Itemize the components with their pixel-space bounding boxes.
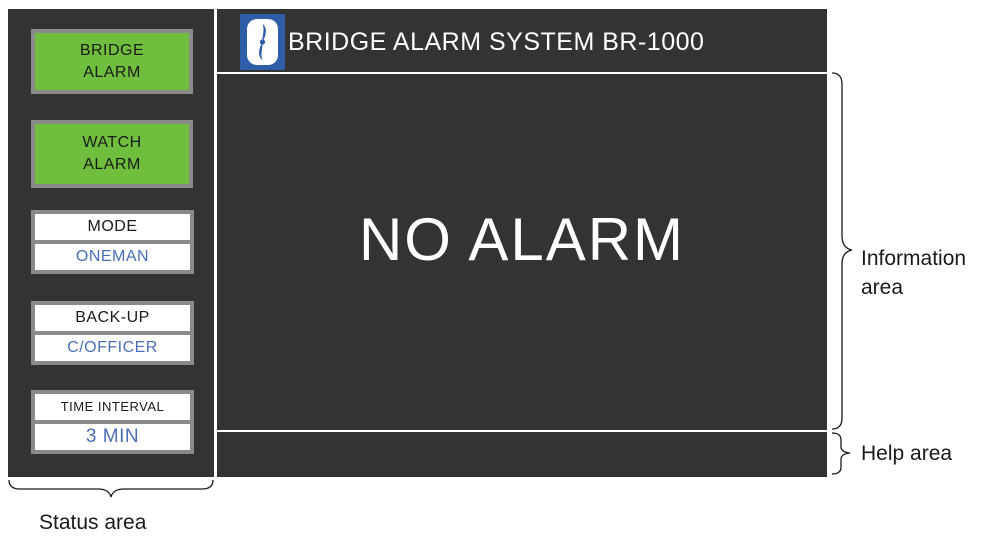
- status-area-brace: [8, 479, 214, 498]
- watch-alarm-label-line2: ALARM: [83, 156, 141, 173]
- information-area-label: Information area: [861, 247, 967, 299]
- bridge-alarm-label-line2: ALARM: [83, 63, 141, 81]
- propeller-logo-icon: [240, 14, 285, 70]
- bridge-alarm-button[interactable]: BRIDGE ALARM: [31, 29, 193, 94]
- bridge-alarm-label-line1: BRIDGE: [79, 41, 145, 59]
- system-title: BRIDGE ALARM SYSTEM BR-1000: [288, 28, 705, 56]
- watch-alarm-label-line1: WATCH: [82, 134, 142, 151]
- mode-status: MODE ONEMAN: [31, 210, 194, 274]
- backup-value: C/OFFICER: [35, 335, 190, 361]
- header-divider: [217, 72, 827, 74]
- time-interval-label: TIME INTERVAL: [35, 394, 190, 420]
- watch-alarm-button[interactable]: WATCH ALARM: [31, 120, 193, 188]
- mode-label: MODE: [35, 214, 190, 240]
- mode-value: ONEMAN: [35, 244, 190, 270]
- status-area-label: Status area: [39, 511, 147, 534]
- information-area-brace: [831, 72, 853, 430]
- time-interval-status: TIME INTERVAL 3 MIN: [31, 390, 194, 454]
- alarm-status-message: NO ALARM: [358, 206, 686, 273]
- time-interval-value: 3 MIN: [35, 424, 190, 450]
- backup-status: BACK-UP C/OFFICER: [31, 301, 194, 365]
- help-area-brace: [831, 432, 851, 475]
- help-area-divider: [217, 430, 827, 432]
- backup-label: BACK-UP: [35, 305, 190, 331]
- help-area-label: Help area: [861, 442, 953, 465]
